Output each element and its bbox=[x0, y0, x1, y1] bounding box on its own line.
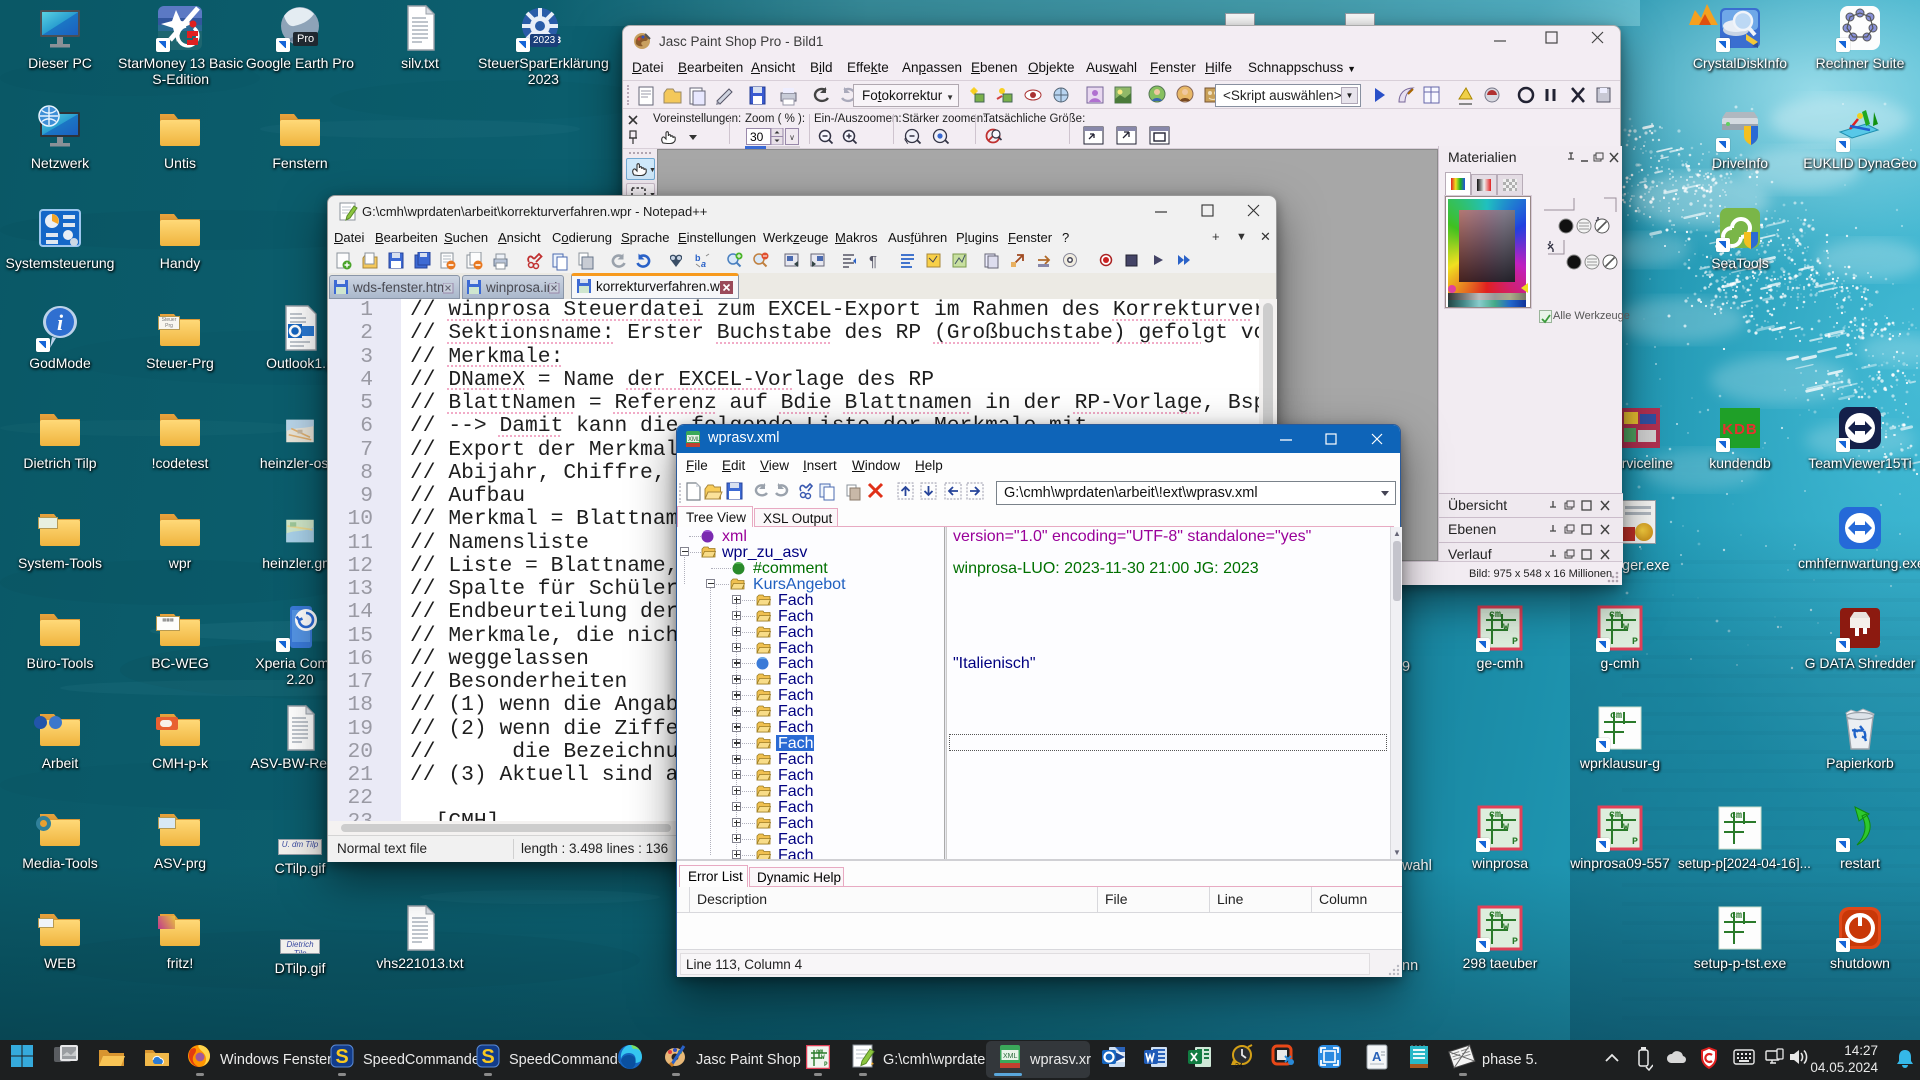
svg-text:a: a bbox=[701, 259, 706, 269]
svg-text:P: P bbox=[824, 1061, 828, 1068]
svg-text:XML: XML bbox=[688, 437, 701, 443]
svg-text:S: S bbox=[481, 1046, 494, 1068]
svg-text:¶: ¶ bbox=[869, 253, 877, 270]
svg-text:24: 24 bbox=[1235, 1063, 1243, 1070]
svg-text:S: S bbox=[335, 1046, 348, 1068]
svg-text:XML: XML bbox=[1003, 1053, 1018, 1060]
svg-text:W: W bbox=[821, 1054, 825, 1061]
svg-text:A: A bbox=[1372, 1049, 1382, 1064]
